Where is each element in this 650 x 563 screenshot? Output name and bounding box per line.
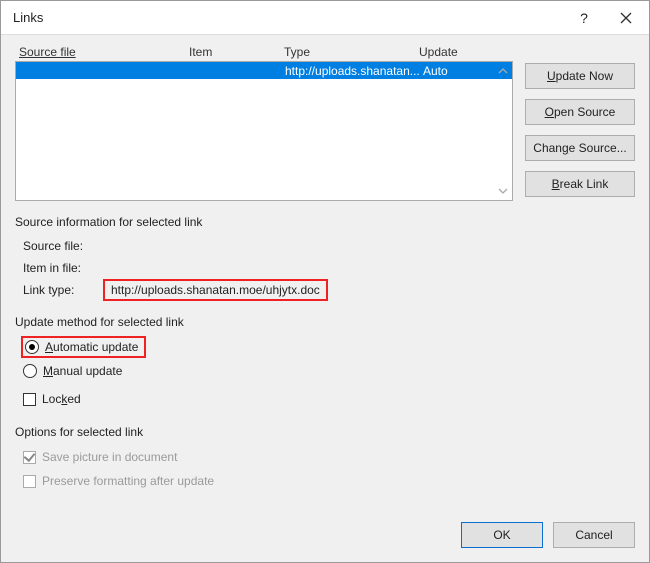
close-icon: [620, 12, 632, 24]
help-icon: ?: [580, 10, 588, 26]
close-button[interactable]: [605, 2, 647, 34]
save-picture-label: Save picture in document: [42, 450, 177, 464]
section-update-method: Update method for selected link: [15, 315, 635, 329]
section-source-info: Source information for selected link: [15, 215, 635, 229]
preserve-formatting-checkbox: [23, 475, 36, 488]
row-type: http://uploads.shanatan...: [285, 64, 420, 78]
manual-update-label: Manual update: [43, 364, 122, 378]
links-listbox[interactable]: http://uploads.shanatan... Auto: [15, 61, 513, 201]
save-picture-checkbox: [23, 451, 36, 464]
automatic-update-label: Automatic update: [45, 340, 138, 354]
preserve-formatting-label: Preserve formatting after update: [42, 474, 214, 488]
col-update: Update: [419, 45, 479, 59]
cancel-button[interactable]: Cancel: [553, 522, 635, 548]
automatic-update-radio[interactable]: [25, 340, 39, 354]
scroll-down-icon[interactable]: [496, 184, 510, 198]
section-options: Options for selected link: [15, 425, 635, 439]
dialog-title: Links: [13, 10, 563, 25]
break-link-button[interactable]: Break Link: [525, 171, 635, 197]
item-in-file-label: Item in file:: [23, 261, 103, 275]
locked-checkbox[interactable]: [23, 393, 36, 406]
scroll-up-icon[interactable]: [496, 64, 510, 78]
change-source-button[interactable]: Change Source...: [525, 135, 635, 161]
source-file-label: Source file:: [23, 239, 103, 253]
list-row[interactable]: http://uploads.shanatan... Auto: [16, 62, 512, 79]
ok-button[interactable]: OK: [461, 522, 543, 548]
col-type: Type: [284, 45, 419, 59]
link-type-label: Link type:: [23, 283, 103, 297]
row-update: Auto: [420, 64, 480, 78]
locked-label: Locked: [42, 392, 81, 406]
manual-update-radio[interactable]: [23, 364, 37, 378]
list-header: Source file Item Type Update: [15, 45, 513, 61]
titlebar: Links ?: [1, 1, 649, 35]
help-button[interactable]: ?: [563, 2, 605, 34]
update-now-button[interactable]: Update Now: [525, 63, 635, 89]
open-source-button[interactable]: Open Source: [525, 99, 635, 125]
col-item: Item: [189, 45, 284, 59]
col-source: Source file: [19, 45, 76, 59]
link-type-value: http://uploads.shanatan.moe/uhjytx.doc: [103, 279, 328, 301]
links-dialog: Links ? Source file Item Type Update: [0, 0, 650, 563]
